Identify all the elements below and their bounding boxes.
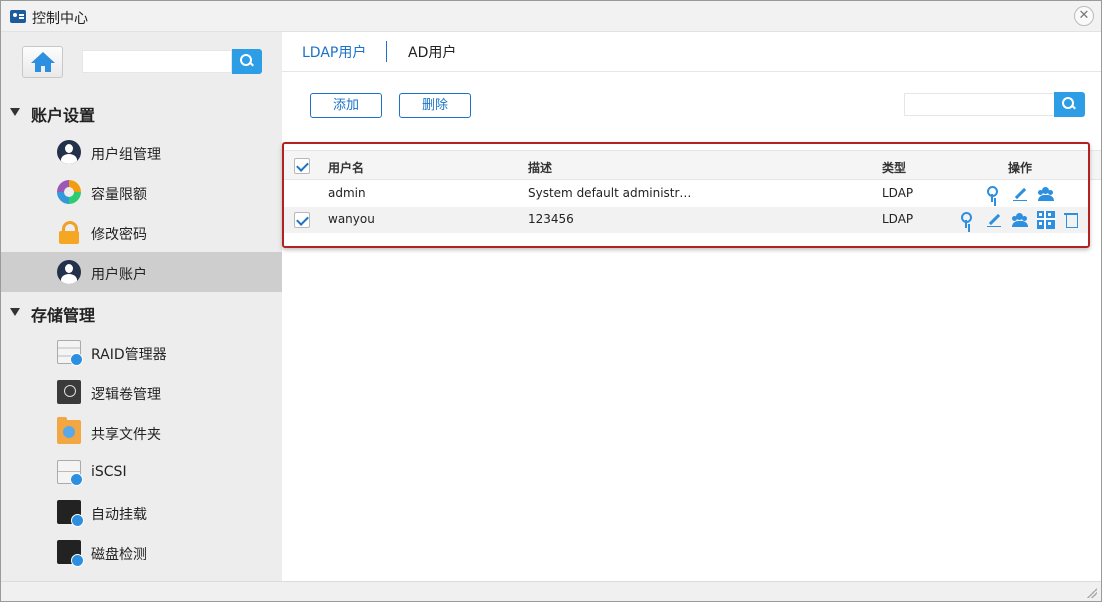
delete-button[interactable]: 删除 [399, 93, 471, 118]
close-icon[interactable]: ✕ [1074, 6, 1094, 26]
key-icon[interactable] [985, 185, 1003, 203]
row-checkbox[interactable] [294, 212, 310, 228]
user-account-icon [57, 260, 81, 284]
cell-type: LDAP [882, 186, 914, 200]
section-storage-management[interactable]: 存储管理 [1, 297, 282, 327]
edit-icon[interactable] [1011, 185, 1029, 203]
sidebar-item-raid[interactable]: RAID管理器 [1, 332, 282, 372]
sidebar-search-input[interactable] [82, 50, 232, 73]
search-icon [1062, 97, 1075, 110]
collapse-triangle-icon [10, 308, 20, 316]
header-type: 类型 [882, 161, 907, 175]
sidebar-item-disk-check[interactable]: 磁盘检测 [1, 532, 282, 572]
sidebar-item-label: 修改密码 [91, 227, 147, 243]
resize-grip-icon[interactable] [1087, 588, 1097, 598]
sidebar-item-label: 用户组管理 [91, 147, 161, 163]
cell-type: LDAP [882, 212, 914, 226]
home-icon [31, 52, 55, 72]
auto-mount-icon [57, 500, 84, 527]
quota-pie-icon [57, 180, 81, 204]
raid-icon [57, 340, 83, 366]
header-description: 描述 [528, 161, 553, 175]
table-header: 用户名 描述 类型 操作 [282, 150, 1101, 180]
home-button[interactable] [22, 46, 63, 78]
edit-icon[interactable] [985, 211, 1003, 229]
sidebar-item-user-group[interactable]: 用户组管理 [1, 132, 282, 172]
section-label: 存储管理 [31, 306, 96, 325]
sidebar-item-auto-mount[interactable]: 自动挂载 [1, 492, 282, 532]
sidebar-item-iscsi[interactable]: iSCSI [1, 452, 282, 492]
search-icon [240, 54, 253, 67]
sidebar-item-label: 磁盘检测 [91, 547, 147, 563]
lock-icon [57, 220, 81, 244]
status-bar [1, 581, 1101, 601]
section-account-settings[interactable]: 账户设置 [1, 97, 282, 127]
table-row[interactable]: admin System default administr… LDAP [282, 181, 1090, 207]
iscsi-icon [57, 460, 83, 486]
group-icon[interactable] [1011, 211, 1029, 229]
table-row[interactable]: wanyou 123456 LDAP [282, 207, 1090, 233]
header-username: 用户名 [328, 161, 365, 175]
sidebar-item-label: 自动挂载 [91, 507, 147, 523]
add-button[interactable]: 添加 [310, 93, 382, 118]
sidebar-item-change-password[interactable]: 修改密码 [1, 212, 282, 252]
shared-folder-icon [57, 417, 81, 444]
sidebar: 账户设置 用户组管理 容量限额 修改密码 用户账户 存储管理 RAID管理器 逻… [1, 32, 282, 601]
main-panel: LDAP用户 AD用户 添加 删除 用户名 描述 类型 操作 admin Sys… [282, 32, 1101, 581]
sidebar-item-shared-folder[interactable]: 共享文件夹 [1, 412, 282, 452]
user-group-icon [57, 140, 81, 164]
sidebar-item-label: 共享文件夹 [91, 427, 161, 443]
sidebar-item-label: 逻辑卷管理 [91, 387, 161, 403]
cell-description: 123456 [528, 212, 574, 226]
key-icon[interactable] [959, 211, 977, 229]
section-label: 账户设置 [31, 106, 96, 125]
group-icon[interactable] [1037, 185, 1055, 203]
tab-divider [386, 41, 387, 62]
sidebar-search-button[interactable] [232, 49, 262, 74]
user-search-input[interactable] [904, 93, 1055, 116]
tab-bar: LDAP用户 AD用户 [282, 32, 1101, 72]
sidebar-item-quota[interactable]: 容量限额 [1, 172, 282, 212]
cell-username: wanyou [328, 212, 375, 226]
sidebar-item-label: iSCSI [91, 464, 127, 480]
select-all-checkbox[interactable] [294, 158, 310, 174]
title-bar: 控制中心 ✕ [1, 1, 1101, 32]
tab-ldap-users[interactable]: LDAP用户 [302, 42, 366, 62]
header-actions: 操作 [1008, 161, 1033, 175]
grid-icon[interactable] [1037, 211, 1055, 229]
sidebar-item-label: 容量限额 [91, 187, 147, 203]
sidebar-item-lvm[interactable]: 逻辑卷管理 [1, 372, 282, 412]
cell-description: System default administr… [528, 186, 692, 200]
app-icon [10, 10, 26, 23]
collapse-triangle-icon [10, 108, 20, 116]
cell-username: admin [328, 186, 366, 200]
trash-icon[interactable] [1063, 211, 1081, 229]
lvm-icon [57, 380, 81, 404]
window-title: 控制中心 [32, 11, 88, 27]
control-center-window: 控制中心 ✕ 账户设置 用户组管理 容量限额 修改密码 用户账户 存储管理 RA… [0, 0, 1102, 602]
sidebar-item-label: RAID管理器 [91, 347, 167, 363]
tab-ad-users[interactable]: AD用户 [408, 42, 456, 62]
sidebar-item-user-account[interactable]: 用户账户 [1, 252, 282, 292]
sidebar-item-label: 用户账户 [91, 267, 147, 283]
disk-check-icon [57, 540, 84, 567]
user-search-button[interactable] [1054, 92, 1085, 117]
